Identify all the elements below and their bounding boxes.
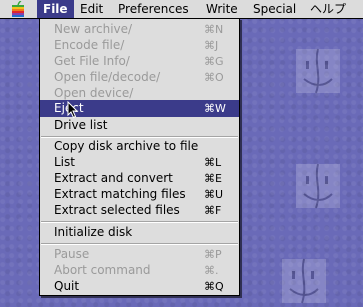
menu-item-label: Open file/decode/	[54, 70, 161, 84]
menu-item-shortcut: ⌘P	[204, 248, 222, 261]
menu-item-label: Encode file/	[54, 38, 125, 52]
menu-file[interactable]: File	[37, 0, 74, 18]
menu-item-shortcut: ⌘Q	[204, 280, 224, 293]
menu-item-label: Abort command	[54, 263, 151, 277]
menu-item-extract-matching-files[interactable]: Extract matching files ⌘U	[40, 186, 239, 203]
menu-item-shortcut: ⌘.	[204, 264, 219, 277]
menu-preferences[interactable]: Preferences	[118, 0, 189, 18]
menu-item-pause: Pause ⌘P	[40, 246, 239, 263]
menu-item-shortcut: ⌘O	[204, 71, 224, 84]
menu-item-label: Drive list	[54, 118, 108, 132]
arrow-cursor-icon	[67, 101, 79, 119]
menu-edit[interactable]: Edit	[80, 0, 103, 18]
menu-item-extract-selected-files[interactable]: Extract selected files ⌘F	[40, 202, 239, 219]
menu-item-label: Get File Info/	[54, 54, 130, 68]
menu-item-abort-command: Abort command ⌘.	[40, 262, 239, 279]
menu-item-label: New archive/	[54, 22, 133, 36]
menu-item-copy-disk-archive[interactable]: Copy disk archive to file	[40, 138, 239, 155]
file-menu: New archive/ ⌘N Encode file/ ⌘J Get File…	[39, 18, 240, 296]
menu-item-shortcut: ⌘U	[204, 188, 224, 201]
menu-item-shortcut: ⌘J	[204, 39, 219, 52]
finder-face-icon	[296, 48, 340, 94]
menu-item-initialize-disk[interactable]: Initialize disk	[40, 224, 239, 241]
menu-item-encode-file: Encode file/ ⌘J	[40, 37, 239, 54]
menu-item-shortcut: ⌘F	[204, 204, 222, 217]
menu-help[interactable]: ヘルプ	[310, 0, 346, 18]
menu-item-shortcut: ⌘W	[204, 102, 226, 115]
menu-bar: File Edit Preferences Write Special ヘルプ	[0, 0, 363, 19]
menu-special[interactable]: Special	[253, 0, 296, 18]
menu-separator	[41, 243, 238, 245]
menu-item-label: Copy disk archive to file	[54, 139, 199, 153]
menu-write[interactable]: Write	[206, 0, 238, 18]
menu-item-open-file-decode: Open file/decode/ ⌘O	[40, 69, 239, 86]
menu-separator	[41, 221, 238, 223]
menu-item-label: Quit	[54, 279, 80, 293]
menu-item-shortcut: ⌘G	[204, 55, 224, 68]
menu-item-label: Extract selected files	[54, 203, 180, 217]
menu-item-quit[interactable]: Quit ⌘Q	[40, 278, 239, 295]
menu-item-label: Extract and convert	[54, 171, 173, 185]
finder-face-icon	[282, 258, 326, 304]
menu-item-list[interactable]: List ⌘L	[40, 154, 239, 171]
apple-logo-icon[interactable]	[9, 1, 27, 17]
menu-item-label: Pause	[54, 247, 90, 261]
menu-item-label: Extract matching files	[54, 187, 186, 201]
menu-item-label: Initialize disk	[54, 225, 133, 239]
menu-item-new-archive: New archive/ ⌘N	[40, 21, 239, 38]
finder-face-icon	[296, 163, 340, 209]
menu-item-extract-and-convert[interactable]: Extract and convert ⌘E	[40, 170, 239, 187]
menu-item-label: List	[54, 155, 75, 169]
menu-item-shortcut: ⌘E	[204, 172, 222, 185]
menu-item-get-file-info: Get File Info/ ⌘G	[40, 53, 239, 70]
menu-item-shortcut: ⌘L	[204, 156, 222, 169]
menu-item-shortcut: ⌘N	[204, 23, 224, 36]
menu-item-drive-list[interactable]: Drive list	[40, 117, 239, 134]
